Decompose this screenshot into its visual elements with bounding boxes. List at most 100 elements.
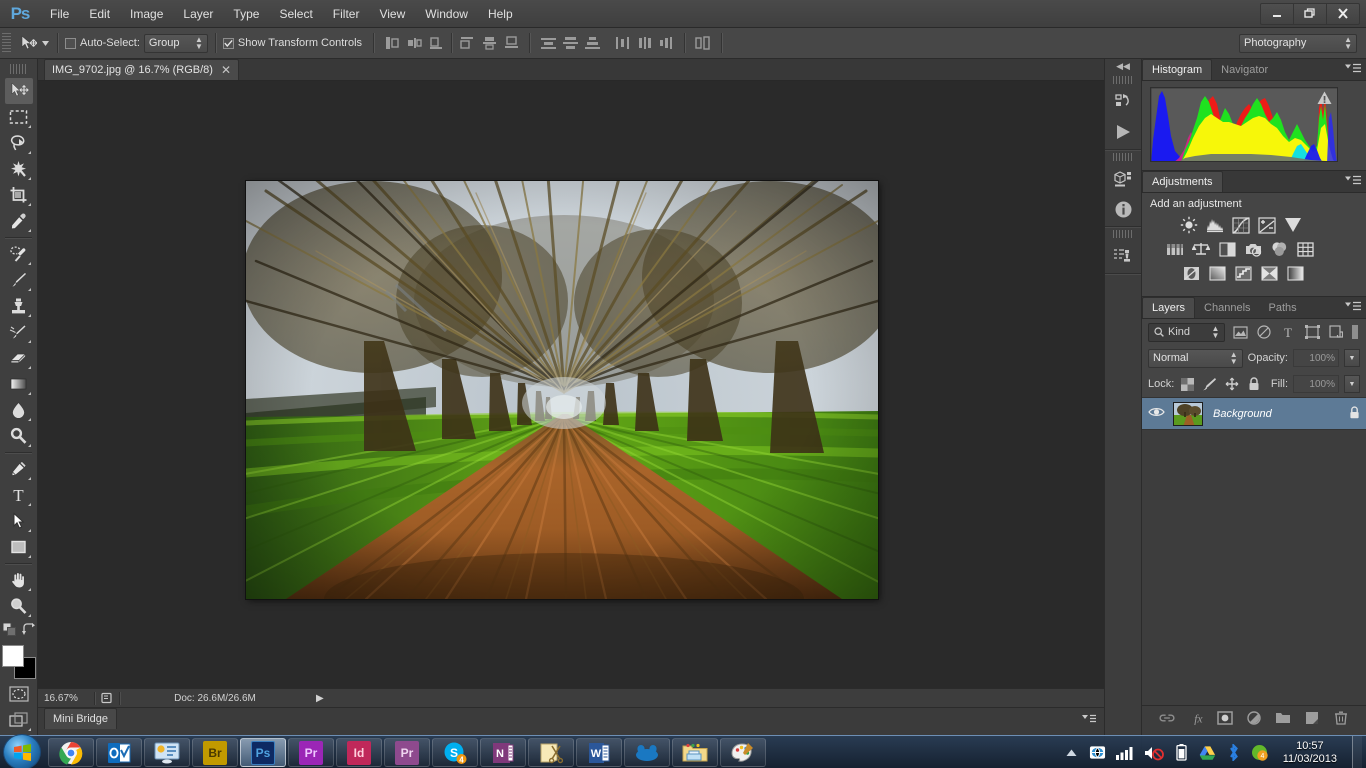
default-colors-icon[interactable] (3, 623, 16, 639)
layer-name[interactable]: Background (1213, 408, 1349, 420)
actions-panel-icon[interactable] (1107, 117, 1139, 147)
bluetooth-icon[interactable] (1225, 744, 1242, 761)
align-top-edges-icon[interactable] (456, 33, 478, 53)
mini-bridge-tab[interactable]: Mini Bridge (44, 708, 117, 729)
taskbar-item-outlook[interactable] (96, 738, 142, 767)
crop-tool[interactable] (5, 182, 33, 208)
align-right-edges-icon[interactable] (425, 33, 447, 53)
tab-adjustments[interactable]: Adjustments (1142, 171, 1223, 192)
photo-filter-icon[interactable] (1242, 239, 1264, 259)
horizontal-type-tool[interactable]: T (5, 482, 33, 508)
tab-paths[interactable]: Paths (1260, 297, 1306, 318)
taskbar-item-adobe-photoshop[interactable]: Ps (240, 738, 286, 767)
hand-tool[interactable] (5, 567, 33, 593)
spot-healing-brush-tool[interactable] (5, 241, 33, 267)
threshold-icon[interactable] (1232, 263, 1254, 283)
opacity-value[interactable]: 100% (1293, 349, 1339, 367)
menu-image[interactable]: Image (120, 0, 173, 28)
new-group-icon[interactable] (1275, 710, 1291, 726)
tab-channels[interactable]: Channels (1195, 297, 1259, 318)
network-tray-icon[interactable] (1089, 744, 1106, 761)
windows-start-orb[interactable] (3, 734, 41, 768)
color-balance-icon[interactable] (1190, 239, 1212, 259)
exposure-icon[interactable] (1256, 215, 1278, 235)
path-selection-tool[interactable] (5, 508, 33, 534)
taskbar-item-snipping-tool[interactable] (528, 738, 574, 767)
google-drive-icon[interactable] (1199, 744, 1216, 761)
delete-layer-icon[interactable] (1333, 710, 1349, 726)
taskbar-item-word[interactable]: W (576, 738, 622, 767)
minimize-button[interactable] (1260, 3, 1294, 25)
show-hidden-icons-arrow[interactable] (1063, 744, 1080, 761)
hue-saturation-icon[interactable] (1164, 239, 1186, 259)
channel-mixer-icon[interactable] (1268, 239, 1290, 259)
edit-in-quick-mask-mode-button[interactable] (5, 681, 33, 707)
dodge-tool[interactable] (5, 423, 33, 449)
align-bottom-edges-icon[interactable] (500, 33, 522, 53)
rail-group-grip-3[interactable] (1113, 230, 1133, 238)
distribute-right-edges-icon[interactable] (655, 33, 677, 53)
tool-presets-panel-icon[interactable] (1107, 241, 1139, 271)
taskbar-item-windows-explorer[interactable] (672, 738, 718, 767)
tools-panel-grip[interactable] (10, 64, 27, 74)
align-vertical-centers-icon[interactable] (478, 33, 500, 53)
lock-position-icon[interactable] (1223, 375, 1240, 393)
new-layer-icon[interactable] (1304, 710, 1320, 726)
fill-value[interactable]: 100% (1293, 375, 1339, 393)
adjustments-panel-menu-icon[interactable] (1345, 175, 1361, 186)
histogram-cache-warning-icon[interactable] (1317, 91, 1332, 108)
lasso-tool[interactable] (5, 130, 33, 156)
taskbar-item-adobe-indesign[interactable]: Id (336, 738, 382, 767)
history-panel-icon[interactable] (1107, 87, 1139, 117)
auto-select-checkbox[interactable] (65, 38, 76, 49)
menu-edit[interactable]: Edit (79, 0, 120, 28)
curves-icon[interactable] (1230, 215, 1252, 235)
menu-view[interactable]: View (369, 0, 415, 28)
document-profile-icon[interactable] (95, 689, 119, 708)
rectangle-tool[interactable] (5, 534, 33, 560)
distribute-vertical-centers-icon[interactable] (559, 33, 581, 53)
brightness-contrast-icon[interactable] (1178, 215, 1200, 235)
taskbar-item-control-panel[interactable] (144, 738, 190, 767)
taskbar-item-skype[interactable]: S 4 (432, 738, 478, 767)
gradient-map-icon[interactable] (1258, 263, 1280, 283)
mini-bridge-panel-menu-icon[interactable] (1082, 714, 1096, 724)
rectangular-marquee-tool[interactable] (5, 104, 33, 130)
layer-visibility-icon[interactable] (1148, 406, 1165, 421)
filter-adjustment-icon[interactable] (1255, 323, 1274, 342)
clone-stamp-tool[interactable] (5, 293, 33, 319)
auto-select-scope-select[interactable]: Group ▲▼ (144, 34, 208, 53)
show-transform-controls-checkbox[interactable] (223, 38, 234, 49)
document-tab[interactable]: IMG_9702.jpg @ 16.7% (RGB/8) ✕ (44, 59, 239, 80)
update-icon[interactable]: 4 (1251, 744, 1268, 761)
menu-filter[interactable]: Filter (323, 0, 370, 28)
invert-icon[interactable] (1180, 263, 1202, 283)
black-and-white-icon[interactable] (1216, 239, 1238, 259)
fill-dropdown-button[interactable]: ▼ (1344, 375, 1360, 393)
new-adjustment-layer-icon[interactable] (1246, 710, 1262, 726)
menu-layer[interactable]: Layer (173, 0, 223, 28)
distribute-bottom-edges-icon[interactable] (581, 33, 603, 53)
volume-muted-icon[interactable] (1144, 744, 1164, 761)
levels-icon[interactable] (1204, 215, 1226, 235)
tool-preset-chevron-icon[interactable] (41, 38, 50, 48)
filter-pixel-icon[interactable] (1230, 323, 1249, 342)
layer-locked-icon[interactable] (1349, 406, 1360, 422)
auto-align-layers-icon[interactable] (692, 33, 714, 53)
layer-filter-kind-select[interactable]: Kind ▲▼ (1148, 323, 1225, 342)
status-expand-arrow[interactable]: ▶ (310, 689, 330, 708)
rail-group-grip-1[interactable] (1113, 76, 1133, 84)
table-row[interactable]: Background (1142, 398, 1366, 430)
close-button[interactable] (1326, 3, 1360, 25)
close-document-icon[interactable]: ✕ (221, 63, 231, 77)
taskbar-item-onenote[interactable]: N (480, 738, 526, 767)
tab-navigator[interactable]: Navigator (1212, 59, 1277, 80)
eyedropper-tool[interactable] (5, 208, 33, 234)
tab-histogram[interactable]: Histogram (1142, 59, 1212, 80)
3d-panel-icon[interactable] (1107, 164, 1139, 194)
info-panel-icon[interactable] (1107, 194, 1139, 224)
signal-bars-icon[interactable] (1115, 744, 1135, 761)
align-left-edges-icon[interactable] (381, 33, 403, 53)
link-layers-icon[interactable] (1159, 710, 1175, 726)
distribute-horizontal-centers-icon[interactable] (633, 33, 655, 53)
